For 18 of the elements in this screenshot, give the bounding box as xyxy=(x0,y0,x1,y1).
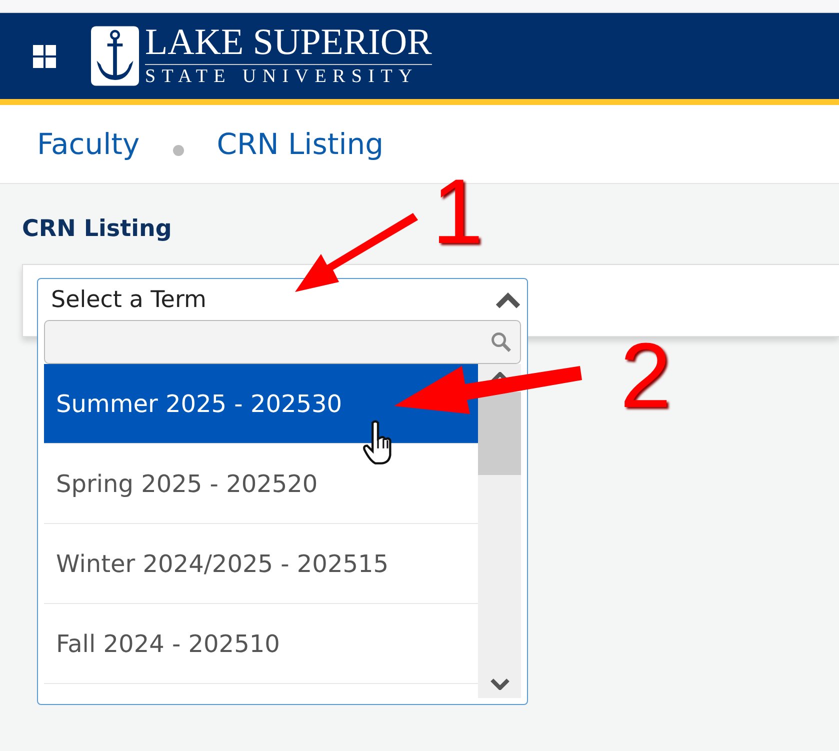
select-value: Select a Term xyxy=(50,286,206,312)
breadcrumb-link[interactable]: Faculty xyxy=(37,127,140,161)
scrollbar[interactable] xyxy=(478,364,521,698)
term-select[interactable]: Select a Term Summer 2025 - 202530 Spring 2025 - 202520 Winter 2024/2025 - 202515 Fall 2024 - 202510 xyxy=(37,278,528,705)
page-title: CRN Listing xyxy=(22,215,173,244)
app-grid-icon[interactable] xyxy=(33,44,56,68)
annotation-number: 1 xyxy=(432,166,484,258)
search-field[interactable] xyxy=(44,320,521,364)
annotation-number: 2 xyxy=(620,330,672,422)
breadcrumb-separator-icon xyxy=(172,144,184,156)
search-icon xyxy=(490,331,512,353)
logo-subtitle: STATE UNIVERSITY xyxy=(145,64,420,88)
anchor-logo-icon xyxy=(91,26,139,86)
chevron-up-icon xyxy=(495,290,521,308)
scrollbar-thumb[interactable] xyxy=(478,392,521,475)
breadcrumb-link[interactable]: CRN Listing xyxy=(216,127,384,161)
scroll-down-icon[interactable] xyxy=(490,678,510,690)
logo-title: LAKE SUPERIOR xyxy=(145,24,432,64)
